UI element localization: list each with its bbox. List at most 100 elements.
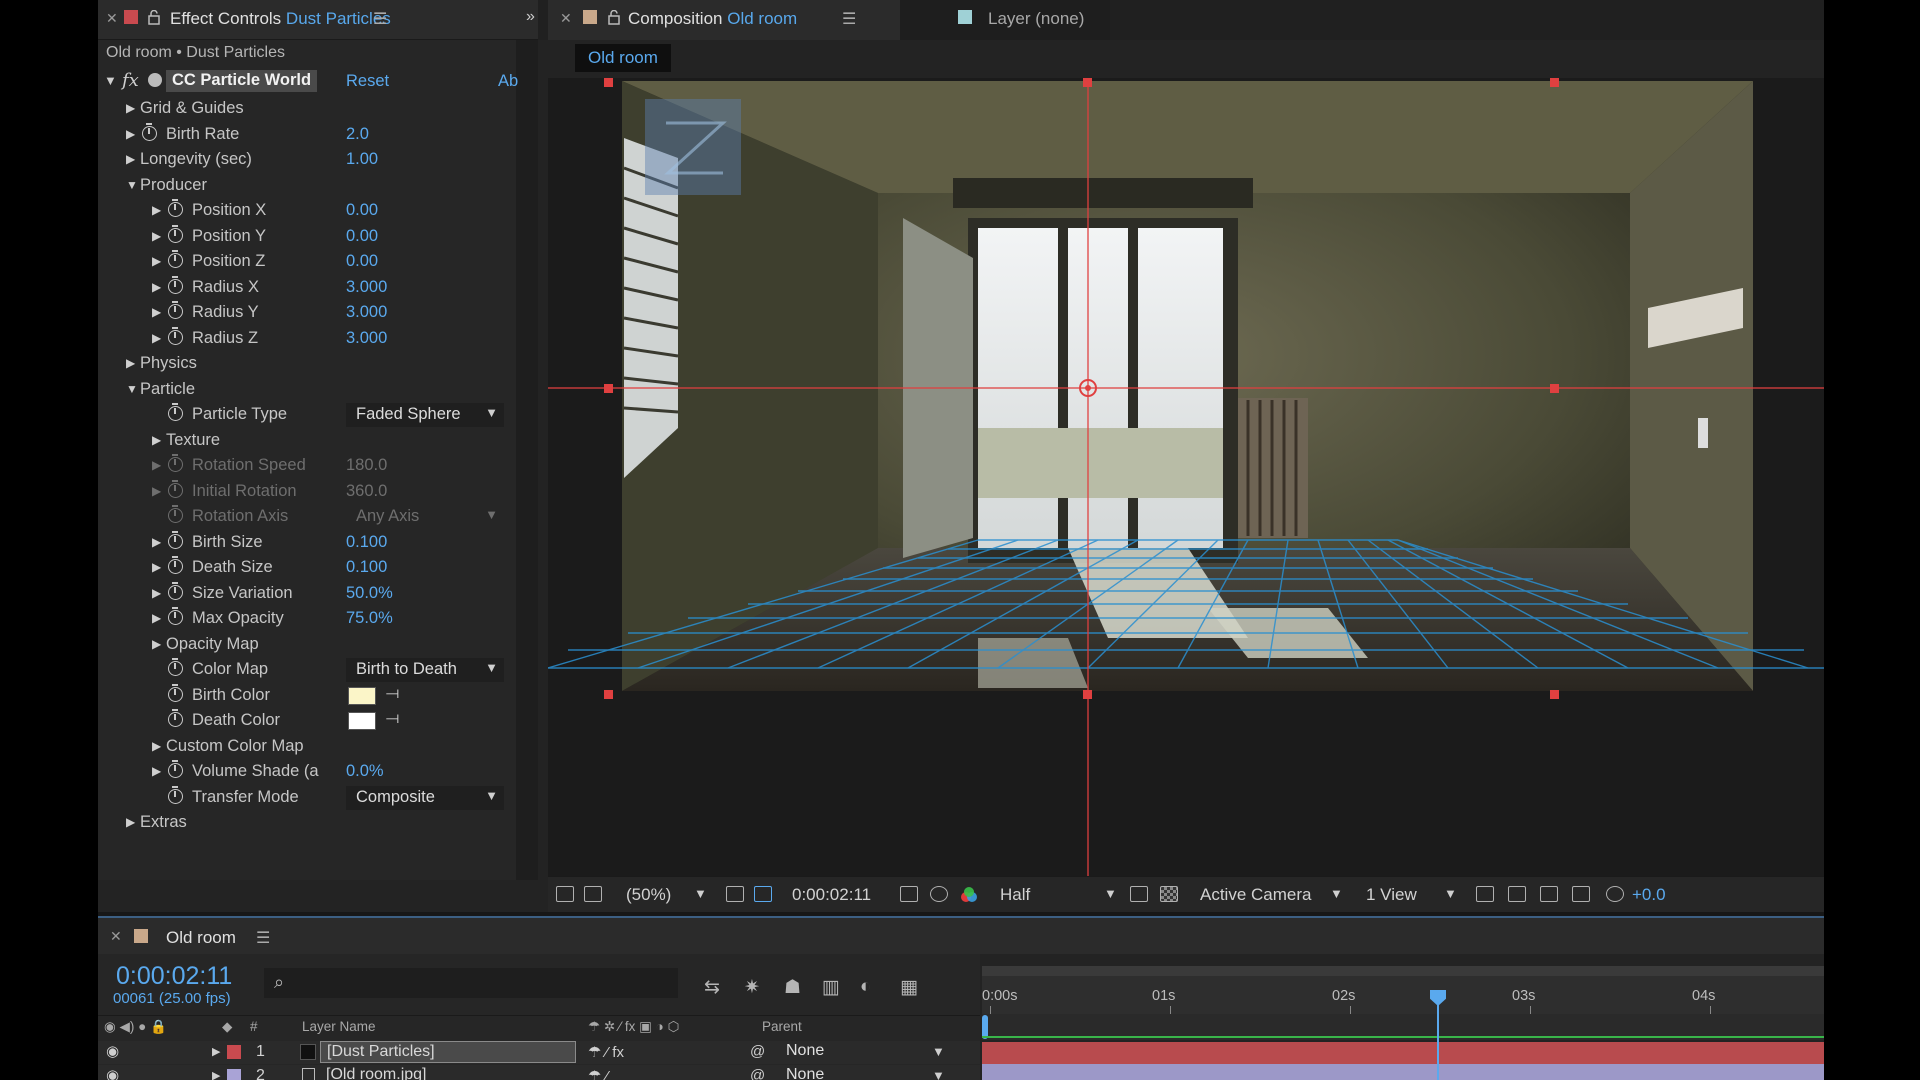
stopwatch-icon[interactable] — [168, 709, 183, 727]
work-area-bar[interactable] — [982, 966, 1824, 976]
effect-name[interactable]: CC Particle World — [166, 70, 318, 92]
layer-tab[interactable]: Layer (none) — [900, 0, 1110, 40]
fx-toggle-icon[interactable]: fx — [122, 70, 139, 91]
expand-triangle-icon[interactable]: ▶ — [212, 1069, 220, 1080]
expand-triangle-icon[interactable]: ▶ — [152, 280, 161, 294]
param-value[interactable]: 360.0 — [346, 482, 387, 501]
layer-switches[interactable]: ☂ ⁄ — [588, 1067, 608, 1080]
camera-snapshot-icon[interactable] — [900, 886, 918, 902]
stopwatch-icon[interactable] — [168, 658, 183, 676]
expand-triangle-icon[interactable]: ▶ — [152, 560, 161, 574]
expand-triangle-icon[interactable]: ▶ — [212, 1045, 220, 1058]
expand-triangle-icon[interactable]: ▶ — [152, 611, 161, 625]
stopwatch-icon[interactable] — [168, 454, 183, 472]
effect-row[interactable]: ▼ fx CC Particle World Reset Ab — [98, 70, 518, 94]
param-value[interactable]: 50.0% — [346, 584, 393, 603]
param-color-map[interactable]: Color Map Birth to Death ▼ — [98, 658, 516, 683]
stopwatch-icon[interactable] — [168, 224, 183, 243]
param-dropdown[interactable]: Faded Sphere ▼ — [346, 403, 504, 427]
shy-layers-icon[interactable]: ☗ — [784, 976, 801, 999]
param-value[interactable]: 1.00 — [346, 150, 378, 169]
expand-triangle-icon[interactable]: ▶ — [152, 458, 161, 472]
layer-bar-old-room[interactable] — [982, 1064, 1824, 1080]
panel-menu-icon[interactable]: ☰ — [373, 9, 387, 29]
eyedropper-icon[interactable]: ⟞ — [386, 710, 399, 728]
param-producer[interactable]: ▼ Producer — [98, 174, 516, 199]
comp-mini-flowchart-icon[interactable]: ⇆ — [704, 976, 720, 999]
param-opacity-map[interactable]: ▶ Opacity Map — [98, 633, 516, 658]
visibility-eye-icon[interactable]: ◉ — [106, 1042, 119, 1060]
timeline-tab[interactable]: ✕ Old room ☰ — [98, 916, 1824, 954]
layer-name[interactable]: [Old room.jpg] — [320, 1065, 576, 1080]
eyedropper-icon[interactable]: ⟞ — [386, 685, 399, 703]
panel-menu-icon[interactable]: ☰ — [842, 9, 856, 29]
param-value[interactable]: 3.000 — [346, 278, 387, 297]
expand-triangle-icon[interactable]: ▼ — [104, 73, 117, 88]
close-icon[interactable]: ✕ — [110, 928, 122, 945]
layer-bar-dust-particles[interactable] — [982, 1042, 1824, 1064]
layer-search[interactable]: ⌕ — [264, 968, 678, 998]
parent-dropdown-icon[interactable]: ▼ — [932, 1044, 945, 1059]
expand-triangle-icon[interactable]: ▶ — [152, 203, 161, 217]
param-particle-type[interactable]: Particle Type Faded Sphere ▼ — [98, 403, 516, 428]
breadcrumb[interactable]: Old room — [575, 44, 671, 72]
lock-icon[interactable] — [148, 10, 160, 25]
viewer-canvas[interactable] — [548, 78, 1824, 876]
expand-triangle-icon[interactable]: ▶ — [126, 152, 135, 166]
view-layout[interactable]: 1 View — [1366, 885, 1417, 905]
target-region-icon[interactable] — [1130, 886, 1148, 902]
timeline-timecode[interactable]: 0:00:02:11 — [116, 962, 232, 991]
expand-triangle-icon[interactable]: ▶ — [152, 305, 161, 319]
stopwatch-icon[interactable] — [168, 301, 183, 319]
param-radius-y[interactable]: ▶ Radius Y 3.000 — [98, 301, 516, 326]
param-radius-z[interactable]: ▶ Radius Z 3.000 — [98, 326, 516, 352]
expand-triangle-icon[interactable]: ▶ — [152, 739, 161, 753]
param-texture[interactable]: ▶ Texture — [98, 429, 516, 454]
expand-triangle-icon[interactable]: ▶ — [152, 433, 161, 447]
resolution-value[interactable]: Half — [1000, 885, 1030, 905]
param-value[interactable]: 0.00 — [346, 227, 378, 246]
param-position-x[interactable]: ▶ Position X 0.00 — [98, 199, 516, 224]
channel-icon[interactable] — [960, 887, 978, 903]
color-swatch[interactable] — [348, 712, 376, 730]
expand-triangle-icon[interactable]: ▶ — [152, 484, 161, 498]
layer-label-color[interactable] — [227, 1045, 241, 1059]
stopwatch-icon[interactable] — [168, 556, 183, 574]
zoom-dropdown-icon[interactable]: ▼ — [694, 886, 707, 901]
stopwatch-icon[interactable] — [168, 581, 183, 600]
expand-triangle-icon[interactable]: ▶ — [152, 637, 161, 651]
param-dropdown[interactable]: Birth to Death ▼ — [346, 658, 504, 682]
view-dropdown-icon[interactable]: ▼ — [1444, 886, 1457, 901]
param-size-variation[interactable]: ▶ Size Variation 50.0% — [98, 581, 516, 607]
display-icon[interactable] — [584, 886, 602, 902]
effect-controls-tab[interactable]: ✕ Effect Controls Dust Particles ☰ — [98, 0, 538, 40]
param-extras[interactable]: ▶ Extras — [98, 811, 516, 836]
pixel-aspect-icon[interactable] — [1476, 886, 1494, 902]
stopwatch-icon[interactable] — [168, 326, 183, 345]
param-death-color[interactable]: Death Color ⟞ — [98, 709, 516, 734]
flowchart-icon[interactable] — [1572, 886, 1590, 902]
expand-triangle-icon[interactable]: ▶ — [126, 356, 135, 370]
current-time[interactable]: 0:00:02:11 — [792, 885, 871, 905]
param-physics[interactable]: ▶ Physics — [98, 352, 516, 377]
draft-3d-icon[interactable]: ✷ — [744, 976, 760, 999]
stopwatch-icon[interactable] — [168, 607, 183, 625]
fast-previews-icon[interactable] — [1508, 886, 1526, 902]
param-value[interactable]: 0.0% — [346, 762, 384, 781]
param-dropdown[interactable]: Any Axis ▼ — [346, 505, 504, 529]
param-value[interactable]: 0.00 — [346, 252, 378, 271]
expand-triangle-icon[interactable]: ▶ — [126, 815, 135, 829]
stopwatch-icon[interactable] — [168, 250, 183, 268]
param-initial-rotation[interactable]: ▶ Initial Rotation 360.0 — [98, 479, 516, 505]
param-death-size[interactable]: ▶ Death Size 0.100 — [98, 556, 516, 581]
layer-name[interactable]: [Dust Particles] — [320, 1041, 576, 1063]
stopwatch-icon[interactable] — [168, 760, 183, 778]
reset-button[interactable]: Reset — [346, 72, 389, 91]
expand-triangle-icon[interactable]: ▶ — [152, 254, 161, 268]
param-particle[interactable]: ▼ Particle — [98, 378, 516, 403]
effect-controls-scrollbar[interactable] — [516, 40, 538, 880]
exposure-value[interactable]: +0.0 — [1632, 885, 1666, 905]
param-max-opacity[interactable]: ▶ Max Opacity 75.0% — [98, 607, 516, 632]
param-value[interactable]: 0.100 — [346, 558, 387, 577]
camera-view[interactable]: Active Camera — [1200, 885, 1311, 905]
